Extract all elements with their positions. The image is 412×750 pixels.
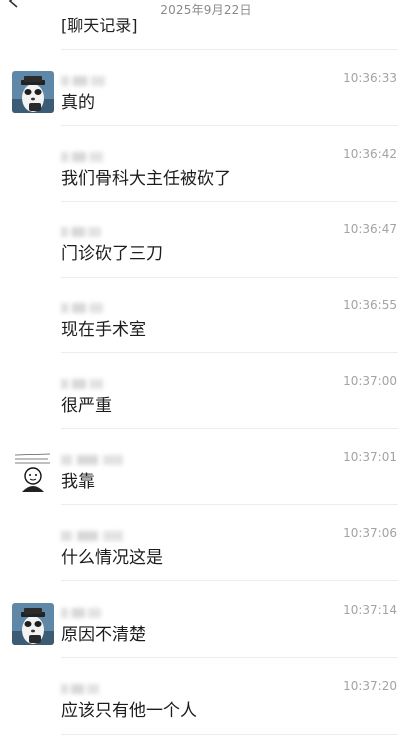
- divider: [61, 277, 398, 278]
- message-text: 我靠: [61, 472, 95, 492]
- meme-avatar-icon: [12, 450, 54, 492]
- sender-name-blurred[interactable]: [61, 684, 99, 694]
- message-item[interactable]: 10:36:55 现在手术室: [0, 293, 412, 369]
- avatar[interactable]: [12, 450, 54, 492]
- message-item[interactable]: 10:36:47 门诊砍了三刀: [0, 217, 412, 293]
- message-text: 很严重: [61, 396, 112, 416]
- sender-name-blurred[interactable]: [61, 379, 103, 389]
- divider: [61, 580, 398, 581]
- avatar[interactable]: [12, 603, 54, 645]
- sender-name-blurred[interactable]: [61, 608, 101, 618]
- divider: [61, 504, 398, 505]
- message-text: 我们骨科大主任被砍了: [61, 169, 231, 189]
- message-item[interactable]: 10:37:00 很严重: [0, 369, 412, 445]
- sender-name-blurred[interactable]: [61, 455, 123, 465]
- sender-name-blurred[interactable]: [61, 303, 103, 313]
- message-text: 现在手术室: [61, 320, 146, 340]
- panda-avatar-icon: [12, 71, 54, 113]
- message-time: 10:36:42: [343, 147, 397, 161]
- sender-name-blurred[interactable]: [61, 531, 123, 541]
- panda-avatar-icon: [12, 603, 54, 645]
- sender-name-blurred[interactable]: [61, 76, 105, 86]
- message-text: 什么情况这是: [61, 548, 163, 568]
- message-time: 10:37:01: [343, 450, 397, 464]
- divider: [61, 428, 398, 429]
- sender-name-blurred[interactable]: [61, 227, 101, 237]
- message-item[interactable]: 10:37:14 原因不清楚: [0, 598, 412, 674]
- message-time: 10:37:20: [343, 679, 397, 693]
- message-text: 真的: [61, 93, 95, 113]
- message-time: 10:36:55: [343, 298, 397, 312]
- divider: [61, 352, 398, 353]
- divider: [61, 125, 398, 126]
- message-item[interactable]: 10:36:42 我们骨科大主任被砍了: [0, 142, 412, 218]
- divider: [61, 49, 398, 50]
- message-item[interactable]: 10:36:33 真的: [0, 66, 412, 142]
- message-text: 门诊砍了三刀: [61, 244, 163, 264]
- message-text: 原因不清楚: [61, 625, 146, 645]
- avatar[interactable]: [12, 71, 54, 113]
- message-time: 10:37:06: [343, 526, 397, 540]
- forwarded-chat-record[interactable]: [聊天记录]: [61, 14, 138, 38]
- message-text: 应该只有他一个人: [61, 701, 197, 721]
- sender-name-blurred[interactable]: [61, 152, 103, 162]
- message-item[interactable]: 10:37:06 什么情况这是: [0, 521, 412, 597]
- message-time: 10:36:47: [343, 222, 397, 236]
- message-time: 10:36:33: [343, 71, 397, 85]
- divider: [61, 657, 398, 658]
- message-item[interactable]: 10:37:01 我靠: [0, 445, 412, 521]
- divider: [61, 734, 398, 735]
- divider: [61, 201, 398, 202]
- message-item[interactable]: 10:37:20 应该只有他一个人: [0, 674, 412, 750]
- message-time: 10:37:14: [343, 603, 397, 617]
- message-time: 10:37:00: [343, 374, 397, 388]
